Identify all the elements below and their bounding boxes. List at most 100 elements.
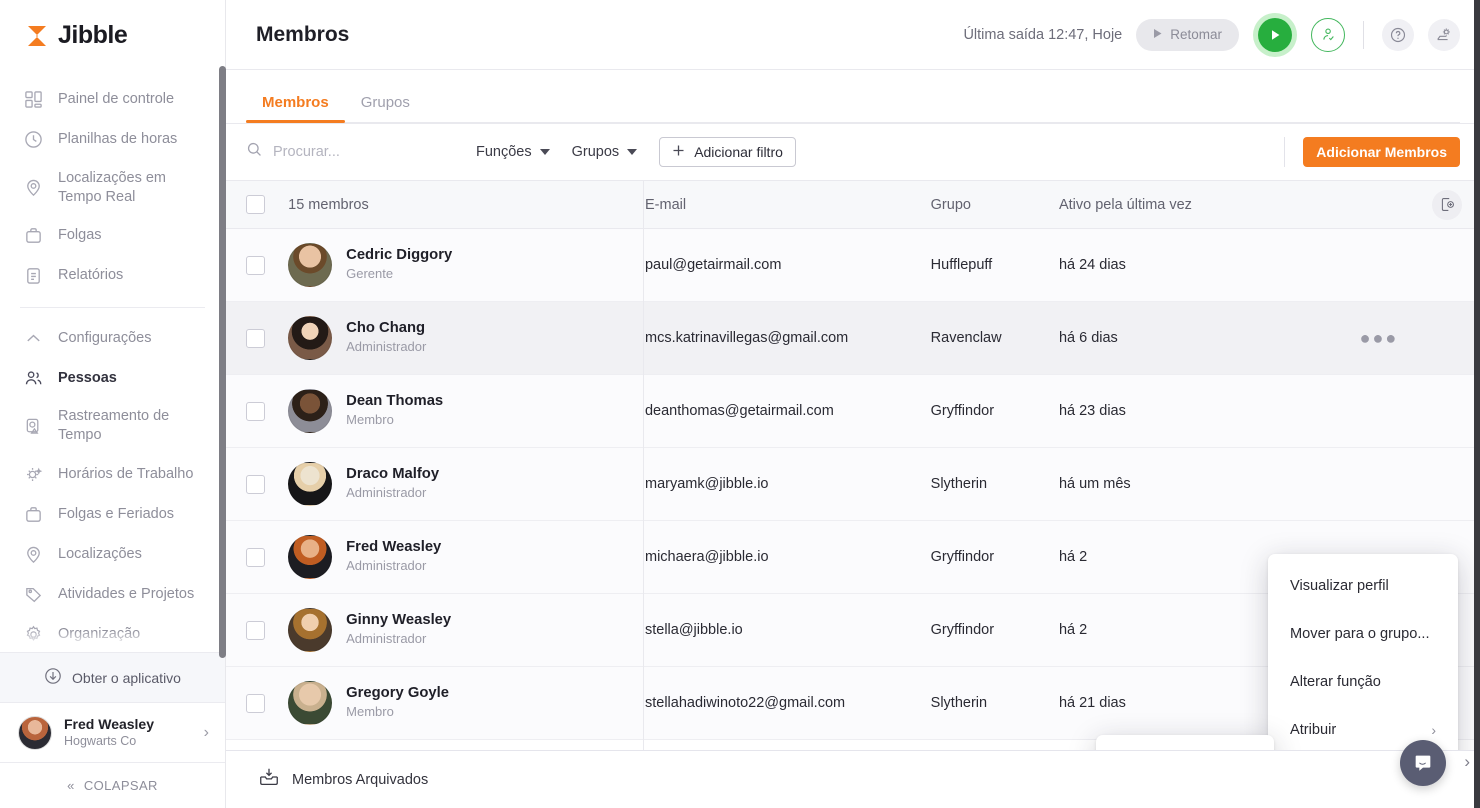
play-icon <box>1153 27 1163 42</box>
sidebar-item-painel-de-controle[interactable]: Painel de controle <box>0 80 225 120</box>
menu-item-visualizar-perfil[interactable]: Visualizar perfil <box>1268 562 1458 610</box>
settings-gear-button[interactable] <box>1428 18 1460 51</box>
member-role: Administrador <box>346 558 427 574</box>
row-checkbox[interactable] <box>246 401 265 421</box>
member-role: Membro <box>346 412 394 428</box>
menu-item-label: Mover para o grupo... <box>1290 626 1430 642</box>
page-scrollbar[interactable] <box>1474 0 1480 808</box>
row-checkbox[interactable] <box>246 474 265 494</box>
archive-icon <box>258 766 280 793</box>
row-checkbox[interactable] <box>246 693 265 713</box>
sidebar-item-folgas[interactable]: Folgas <box>0 215 225 255</box>
member-name: Cedric Diggory <box>346 246 453 263</box>
row-select-cell <box>226 667 288 740</box>
chevron-right-icon[interactable]: › <box>1464 752 1470 772</box>
filter-roles[interactable]: Funções <box>476 144 550 160</box>
sidebar-user-profile[interactable]: Fred Weasley Hogwarts Co › <box>0 702 225 762</box>
filter-groups[interactable]: Grupos <box>572 144 638 160</box>
table-row[interactable]: Cedric Diggory Gerente paul@getairmail.c… <box>226 228 1480 302</box>
tab-grupos[interactable]: Grupos <box>345 94 426 123</box>
tab-label: Membros <box>262 94 329 111</box>
sidebar-scrollbar[interactable] <box>219 66 226 658</box>
avatar <box>288 389 333 433</box>
row-select-cell <box>226 375 288 448</box>
table-header: 15 membros E-mail Grupo Ativo pela últim… <box>226 180 1480 229</box>
collapse-label: COLAPSAR <box>83 778 158 794</box>
app-root: Jibble Painel de controle Planilhas de h… <box>0 0 1480 808</box>
group-header: Grupo <box>930 180 1059 229</box>
member-role: Membro <box>346 704 394 720</box>
sidebar-item-label: Planilhas de horas <box>58 131 178 148</box>
filter-roles-label: Funções <box>476 144 532 160</box>
divider <box>1363 20 1364 49</box>
tab-membros[interactable]: Membros <box>246 94 345 123</box>
get-app-button[interactable]: Obter o aplicativo <box>0 652 225 703</box>
export-icon[interactable] <box>1432 189 1462 220</box>
row-more-button[interactable]: ●●● <box>1360 328 1399 348</box>
table-row[interactable]: Cho Chang Administrador mcs.katrinaville… <box>226 301 1480 375</box>
last-clock-out-text: Última saída 12:47, Hoje <box>963 26 1123 43</box>
member-last-active: há 23 dias <box>1058 403 1126 419</box>
sidebar-item-label: Configurações <box>58 330 152 347</box>
intercom-chat-button[interactable] <box>1400 740 1446 786</box>
add-filter-button[interactable]: Adicionar filtro <box>659 137 796 167</box>
avatar <box>288 243 333 287</box>
start-timer-button[interactable] <box>1253 12 1297 57</box>
row-checkbox[interactable] <box>246 255 265 275</box>
search-input[interactable] <box>273 144 476 160</box>
member-email: deanthomas@getairmail.com <box>644 403 834 419</box>
tag-icon <box>22 583 44 605</box>
sidebar-item-pessoas[interactable]: Pessoas <box>0 358 225 398</box>
submenu-item-horario-de-trabalho[interactable]: Horário de trabalho <box>1096 745 1274 750</box>
sidebar-item-organizacao[interactable]: Organização <box>0 614 225 652</box>
add-members-button[interactable]: Adicionar Membros <box>1303 137 1460 167</box>
briefcase-icon <box>22 503 44 525</box>
table-row[interactable]: Draco Malfoy Administrador maryamk@jibbl… <box>226 447 1480 521</box>
person-check-button[interactable] <box>1311 17 1345 52</box>
menu-item-label: Atribuir <box>1290 722 1337 738</box>
sidebar-item-configuracoes[interactable]: Configurações <box>0 318 225 358</box>
row-checkbox[interactable] <box>246 547 265 567</box>
row-checkbox[interactable] <box>246 620 265 640</box>
menu-item-alterar-funcao[interactable]: Alterar função <box>1268 658 1458 706</box>
member-name: Fred Weasley <box>346 538 442 555</box>
sidebar-item-localizacoes[interactable]: Localizações <box>0 534 225 574</box>
filter-groups-label: Grupos <box>571 144 620 160</box>
resume-button[interactable]: Retomar <box>1136 18 1239 51</box>
member-role: Gerente <box>346 266 394 282</box>
member-cell: Ginny Weasley Administrador <box>288 594 645 667</box>
help-button[interactable] <box>1382 18 1414 51</box>
clock-icon <box>22 129 44 151</box>
member-email: paul@getairmail.com <box>644 257 782 273</box>
sidebar-item-planilhas-de-horas[interactable]: Planilhas de horas <box>0 120 225 160</box>
row-actions-cell <box>1360 229 1480 302</box>
archived-members-link[interactable]: Membros Arquivados <box>292 772 428 788</box>
brand-logo[interactable]: Jibble <box>0 0 225 72</box>
sidebar-item-atividades-e-projetos[interactable]: Atividades e Projetos <box>0 574 225 614</box>
sidebar-item-folgas-e-feriados[interactable]: Folgas e Feriados <box>0 494 225 534</box>
chevron-right-icon: › <box>203 723 209 741</box>
member-email: stellahadiwinoto22@gmail.com <box>644 695 846 711</box>
add-filter-label: Adicionar filtro <box>694 144 783 160</box>
row-checkbox[interactable] <box>246 328 265 348</box>
gear-icon <box>22 623 44 645</box>
menu-item-mover-para-o-grupo[interactable]: Mover para o grupo... <box>1268 610 1458 658</box>
sidebar-item-label: Painel de controle <box>58 91 175 108</box>
search-box[interactable] <box>246 141 476 163</box>
collapse-sidebar-button[interactable]: « COLAPSAR <box>0 762 225 808</box>
sidebar-item-localizacoes-em-tempo-real[interactable]: Localizações em Tempo Real <box>0 160 225 216</box>
export-header <box>1359 180 1480 229</box>
sidebar-item-relatorios[interactable]: Relatórios <box>0 255 225 295</box>
table-row[interactable]: Dean Thomas Membro deanthomas@getairmail… <box>226 374 1480 448</box>
member-group: Gryffindor <box>930 622 995 638</box>
briefcase-icon <box>22 224 44 246</box>
avatar <box>288 608 333 652</box>
sidebar: Jibble Painel de controle Planilhas de h… <box>0 0 226 808</box>
last-active-header: Ativo pela última vez <box>1058 180 1360 229</box>
member-role: Administrador <box>346 485 427 501</box>
sidebar-item-horarios-de-trabalho[interactable]: Horários de Trabalho <box>0 454 225 494</box>
select-all-checkbox[interactable] <box>246 195 265 214</box>
row-select-cell <box>226 594 288 667</box>
member-count-header: 15 membros <box>288 180 645 229</box>
sidebar-item-rastreamento-de-tempo[interactable]: Rastreamento de Tempo <box>0 398 225 454</box>
